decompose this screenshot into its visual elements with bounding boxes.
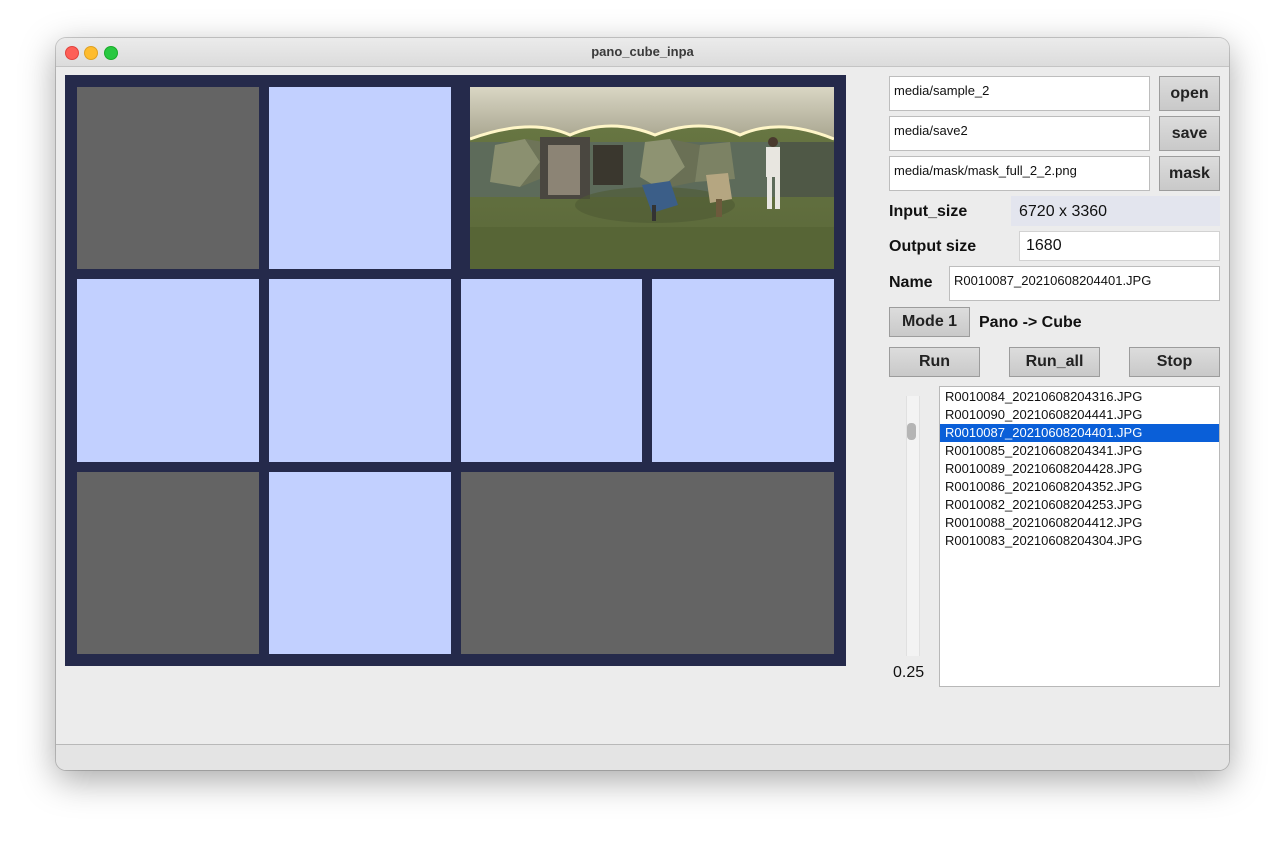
save-path-field[interactable]: media/save2 [889,116,1150,151]
app-window: pano_cube_inpa media/sample_2 open media… [56,38,1229,770]
mask-button[interactable]: mask [1159,156,1220,191]
title-bar: pano_cube_inpa [56,38,1229,67]
input-path-field[interactable]: media/sample_2 [889,76,1150,111]
file-listbox[interactable]: R0010084_20210608204316.JPG R0010090_2021… [939,386,1220,687]
file-list-item[interactable]: R0010089_20210608204428.JPG [940,460,1219,478]
file-list-item[interactable]: R0010090_20210608204441.JPG [940,406,1219,424]
input-size-label: Input_size [889,203,968,220]
cube-face-empty [77,472,259,654]
input-size-value: 6720 x 3360 [1019,203,1108,220]
run-button[interactable]: Run [889,347,980,377]
file-list-item[interactable]: R0010087_20210608204401.JPG [940,424,1219,442]
cube-face-front [269,279,451,462]
cube-canvas[interactable] [65,75,846,666]
mode-description: Pano -> Cube [979,314,1082,331]
panorama-preview [470,87,834,269]
cube-face-empty [77,87,259,269]
cube-face-right [461,279,642,462]
mask-path-field[interactable]: media/mask/mask_full_2_2.png [889,156,1150,191]
file-list-item[interactable]: R0010084_20210608204316.JPG [940,388,1219,406]
file-list-item[interactable]: R0010083_20210608204304.JPG [940,532,1219,550]
file-list-item[interactable]: R0010085_20210608204341.JPG [940,442,1219,460]
file-list-item[interactable]: R0010082_20210608204253.JPG [940,496,1219,514]
run-all-button[interactable]: Run_all [1009,347,1100,377]
window-title: pano_cube_inpa [591,44,694,59]
mode-button[interactable]: Mode 1 [889,307,970,337]
output-size-label: Output size [889,238,977,255]
file-list-item[interactable]: R0010088_20210608204412.JPG [940,514,1219,532]
threshold-slider-value: 0.25 [893,664,925,681]
cube-face-bottom [269,472,451,654]
file-list-item[interactable]: R0010086_20210608204352.JPG [940,478,1219,496]
cube-face-empty-wide [461,472,834,654]
open-button[interactable]: open [1159,76,1220,111]
status-bar [56,745,1229,770]
save-button[interactable]: save [1159,116,1220,151]
cube-face-left [77,279,259,462]
threshold-slider-handle[interactable] [907,423,916,440]
name-field[interactable]: R0010087_20210608204401.JPG [949,266,1220,301]
output-size-field[interactable]: 1680 [1019,231,1220,261]
cube-face-back [652,279,834,462]
name-label: Name [889,274,933,291]
cube-face-top [269,87,451,269]
stop-button[interactable]: Stop [1129,347,1220,377]
